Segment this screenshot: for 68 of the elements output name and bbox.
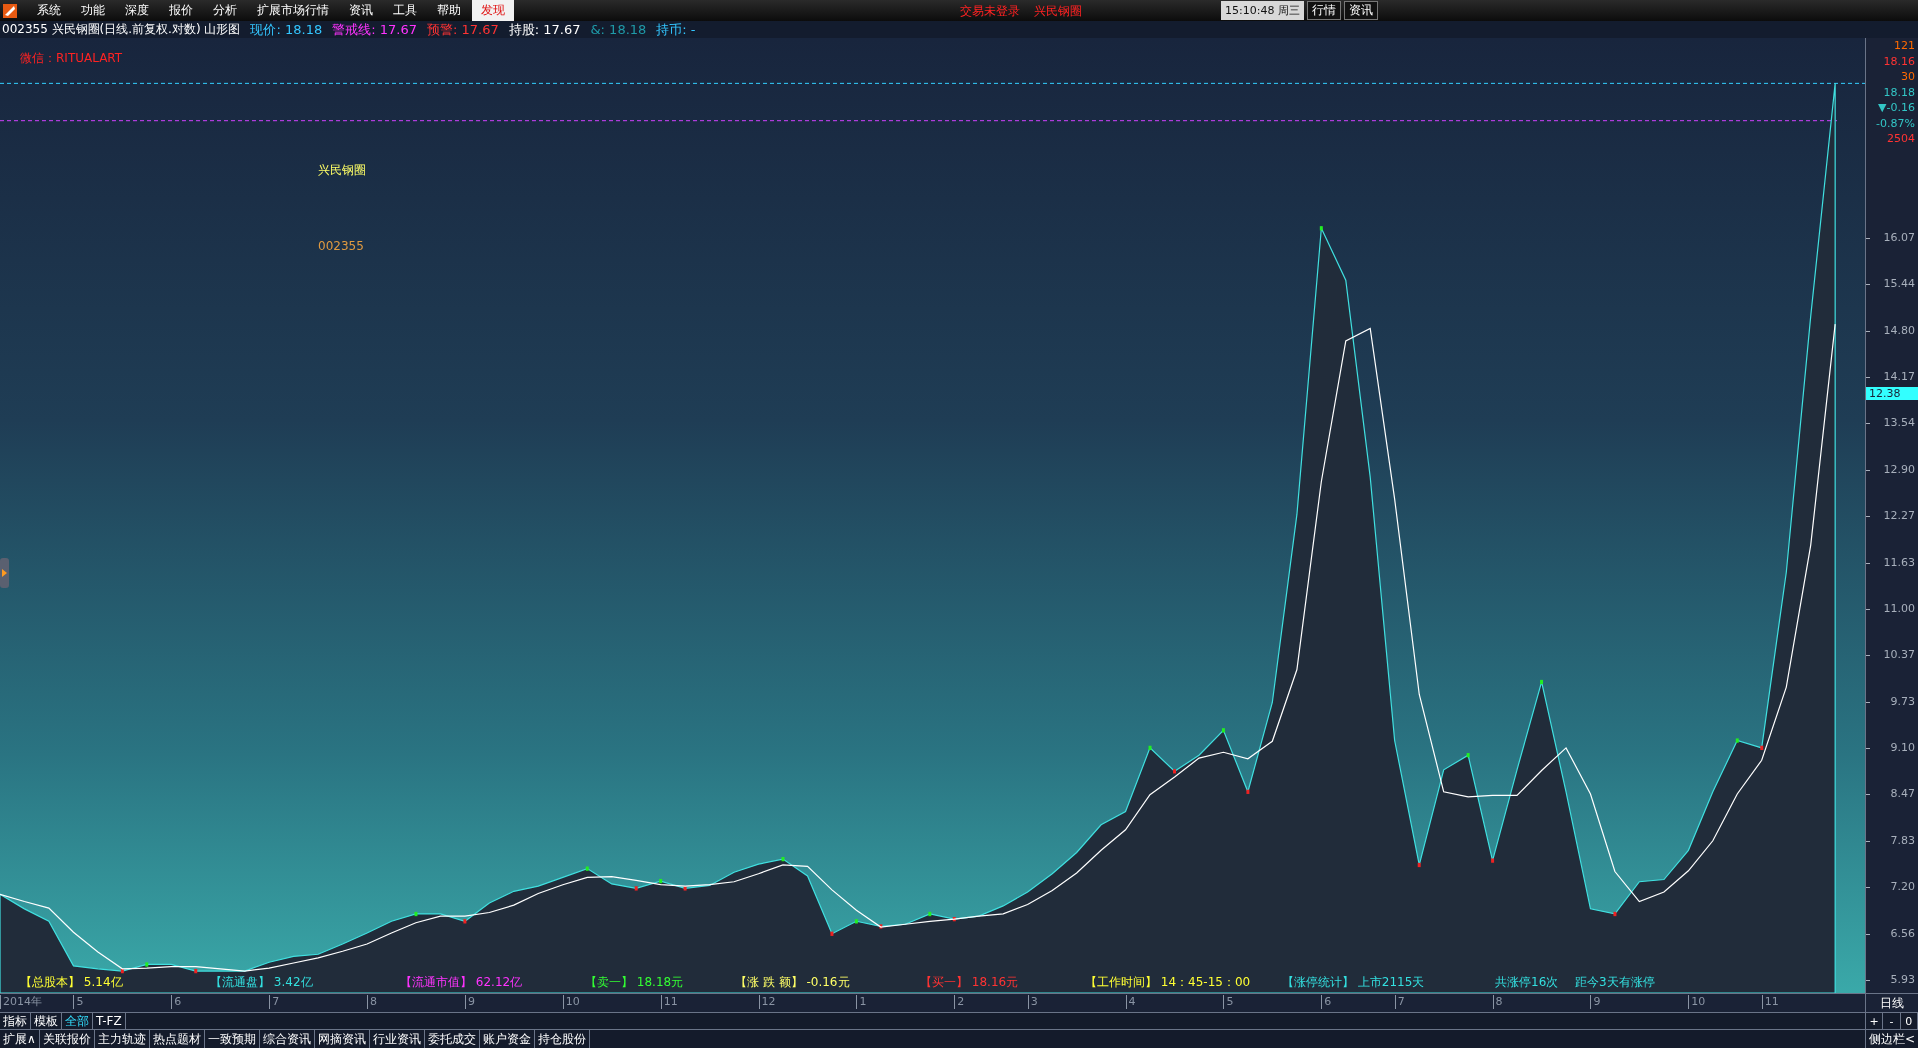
quote-field: 预警: 17.67 xyxy=(426,20,499,39)
info-item: 共涨停16次 xyxy=(1495,974,1559,991)
info-item: 【总股本】 5.14亿 xyxy=(20,974,123,991)
axis-tick-label: 14.17 xyxy=(1883,370,1915,383)
axis-tick-label: 12.27 xyxy=(1883,509,1915,522)
date-axis-label: 5 xyxy=(73,995,84,1009)
price-readout: 2504 xyxy=(1887,131,1915,147)
date-axis-label: 9 xyxy=(1590,995,1601,1009)
axis-tick-label: 7.83 xyxy=(1890,834,1915,847)
info-item: 【涨停统计】 上市2115天 xyxy=(1282,974,1425,991)
axis-tick-label: 15.44 xyxy=(1883,277,1915,290)
date-axis-label: 3 xyxy=(1027,995,1038,1009)
date-axis-label: 2 xyxy=(954,995,965,1009)
date-axis-label: 8 xyxy=(367,995,378,1009)
date-axis-label: 6 xyxy=(171,995,182,1009)
stock-name: 兴民钢圈 xyxy=(318,162,366,179)
date-axis-label: 1 xyxy=(856,995,867,1009)
info-item: 【买一】 18.16元 xyxy=(920,974,1019,991)
quote-field: 现价: 18.18 xyxy=(250,20,323,39)
axis-tick-label: 6.56 xyxy=(1890,927,1915,940)
date-axis-label: 2014年 xyxy=(0,995,42,1009)
clock: 15:10:48 周三 xyxy=(1221,1,1304,20)
stock-code: 002355 xyxy=(318,239,364,253)
quote-field: 警戒线: 17.67 xyxy=(332,20,417,39)
axis-tick-label: 11.00 xyxy=(1883,602,1915,615)
axis-tick-label: 11.63 xyxy=(1883,556,1915,569)
date-axis-label: 5 xyxy=(1223,995,1234,1009)
wechat-text: 微信：RITUALART xyxy=(20,50,123,67)
status-text: 兴民钢圈 xyxy=(1034,3,1082,20)
price-readout: 18.16 xyxy=(1883,53,1915,69)
date-axis-label: 12 xyxy=(758,995,776,1009)
date-axis-label: 8 xyxy=(1492,995,1503,1009)
date-axis-label: 4 xyxy=(1125,995,1136,1009)
info-item: 【流通盘】 3.42亿 xyxy=(210,974,313,991)
info-item: 【流通市值】 62.12亿 xyxy=(400,974,523,991)
axis-tick-label: 7.20 xyxy=(1890,880,1915,893)
axis-tick-label: 13.54 xyxy=(1883,416,1915,429)
axis-tick-label: 8.47 xyxy=(1890,787,1915,800)
info-item: 【卖一】 18.18元 xyxy=(585,974,684,991)
stock-title: 002355 兴民钢圈(日线.前复权.对数) 山形图 xyxy=(2,21,241,38)
status-text: 交易未登录 xyxy=(960,3,1020,20)
axis-tick-label: 5.93 xyxy=(1890,973,1915,986)
axis-tick-label: 16.07 xyxy=(1883,231,1915,244)
date-axis-label: 11 xyxy=(1761,995,1779,1009)
quote-field: &: 18.18 xyxy=(590,22,647,37)
quote-field: 持币: - xyxy=(656,20,696,39)
date-axis-label: 10 xyxy=(562,995,580,1009)
axis-tick-label: 14.80 xyxy=(1883,324,1915,337)
date-axis-label: 11 xyxy=(660,995,678,1009)
axis-tick-label: 10.37 xyxy=(1883,648,1915,661)
axis-tick-label: 9.10 xyxy=(1890,741,1915,754)
info-item: 【工作时间】 14：45-15：00 xyxy=(1085,974,1251,991)
cursor-price-label: 12.38 xyxy=(1866,386,1918,400)
price-readout: ▼-0.16 xyxy=(1878,100,1915,116)
date-axis-label: 9 xyxy=(464,995,475,1009)
price-readout: -0.87% xyxy=(1876,115,1915,131)
info-item: 【涨 跌 额】 -0.16元 xyxy=(735,974,850,991)
date-axis-label: 7 xyxy=(1394,995,1405,1009)
quote-field: 持股: 17.67 xyxy=(508,20,581,39)
axis-tick-label: 12.90 xyxy=(1883,463,1915,476)
info-item: 距今3天有涨停 xyxy=(1575,974,1655,991)
price-readout: 121 xyxy=(1894,38,1915,54)
price-readout: 30 xyxy=(1901,69,1915,85)
date-axis-label: 10 xyxy=(1688,995,1706,1009)
axis-tick-label: 9.73 xyxy=(1890,695,1915,708)
date-axis-label: 7 xyxy=(269,995,280,1009)
date-axis-label: 6 xyxy=(1321,995,1332,1009)
price-readout: 18.18 xyxy=(1883,84,1915,100)
